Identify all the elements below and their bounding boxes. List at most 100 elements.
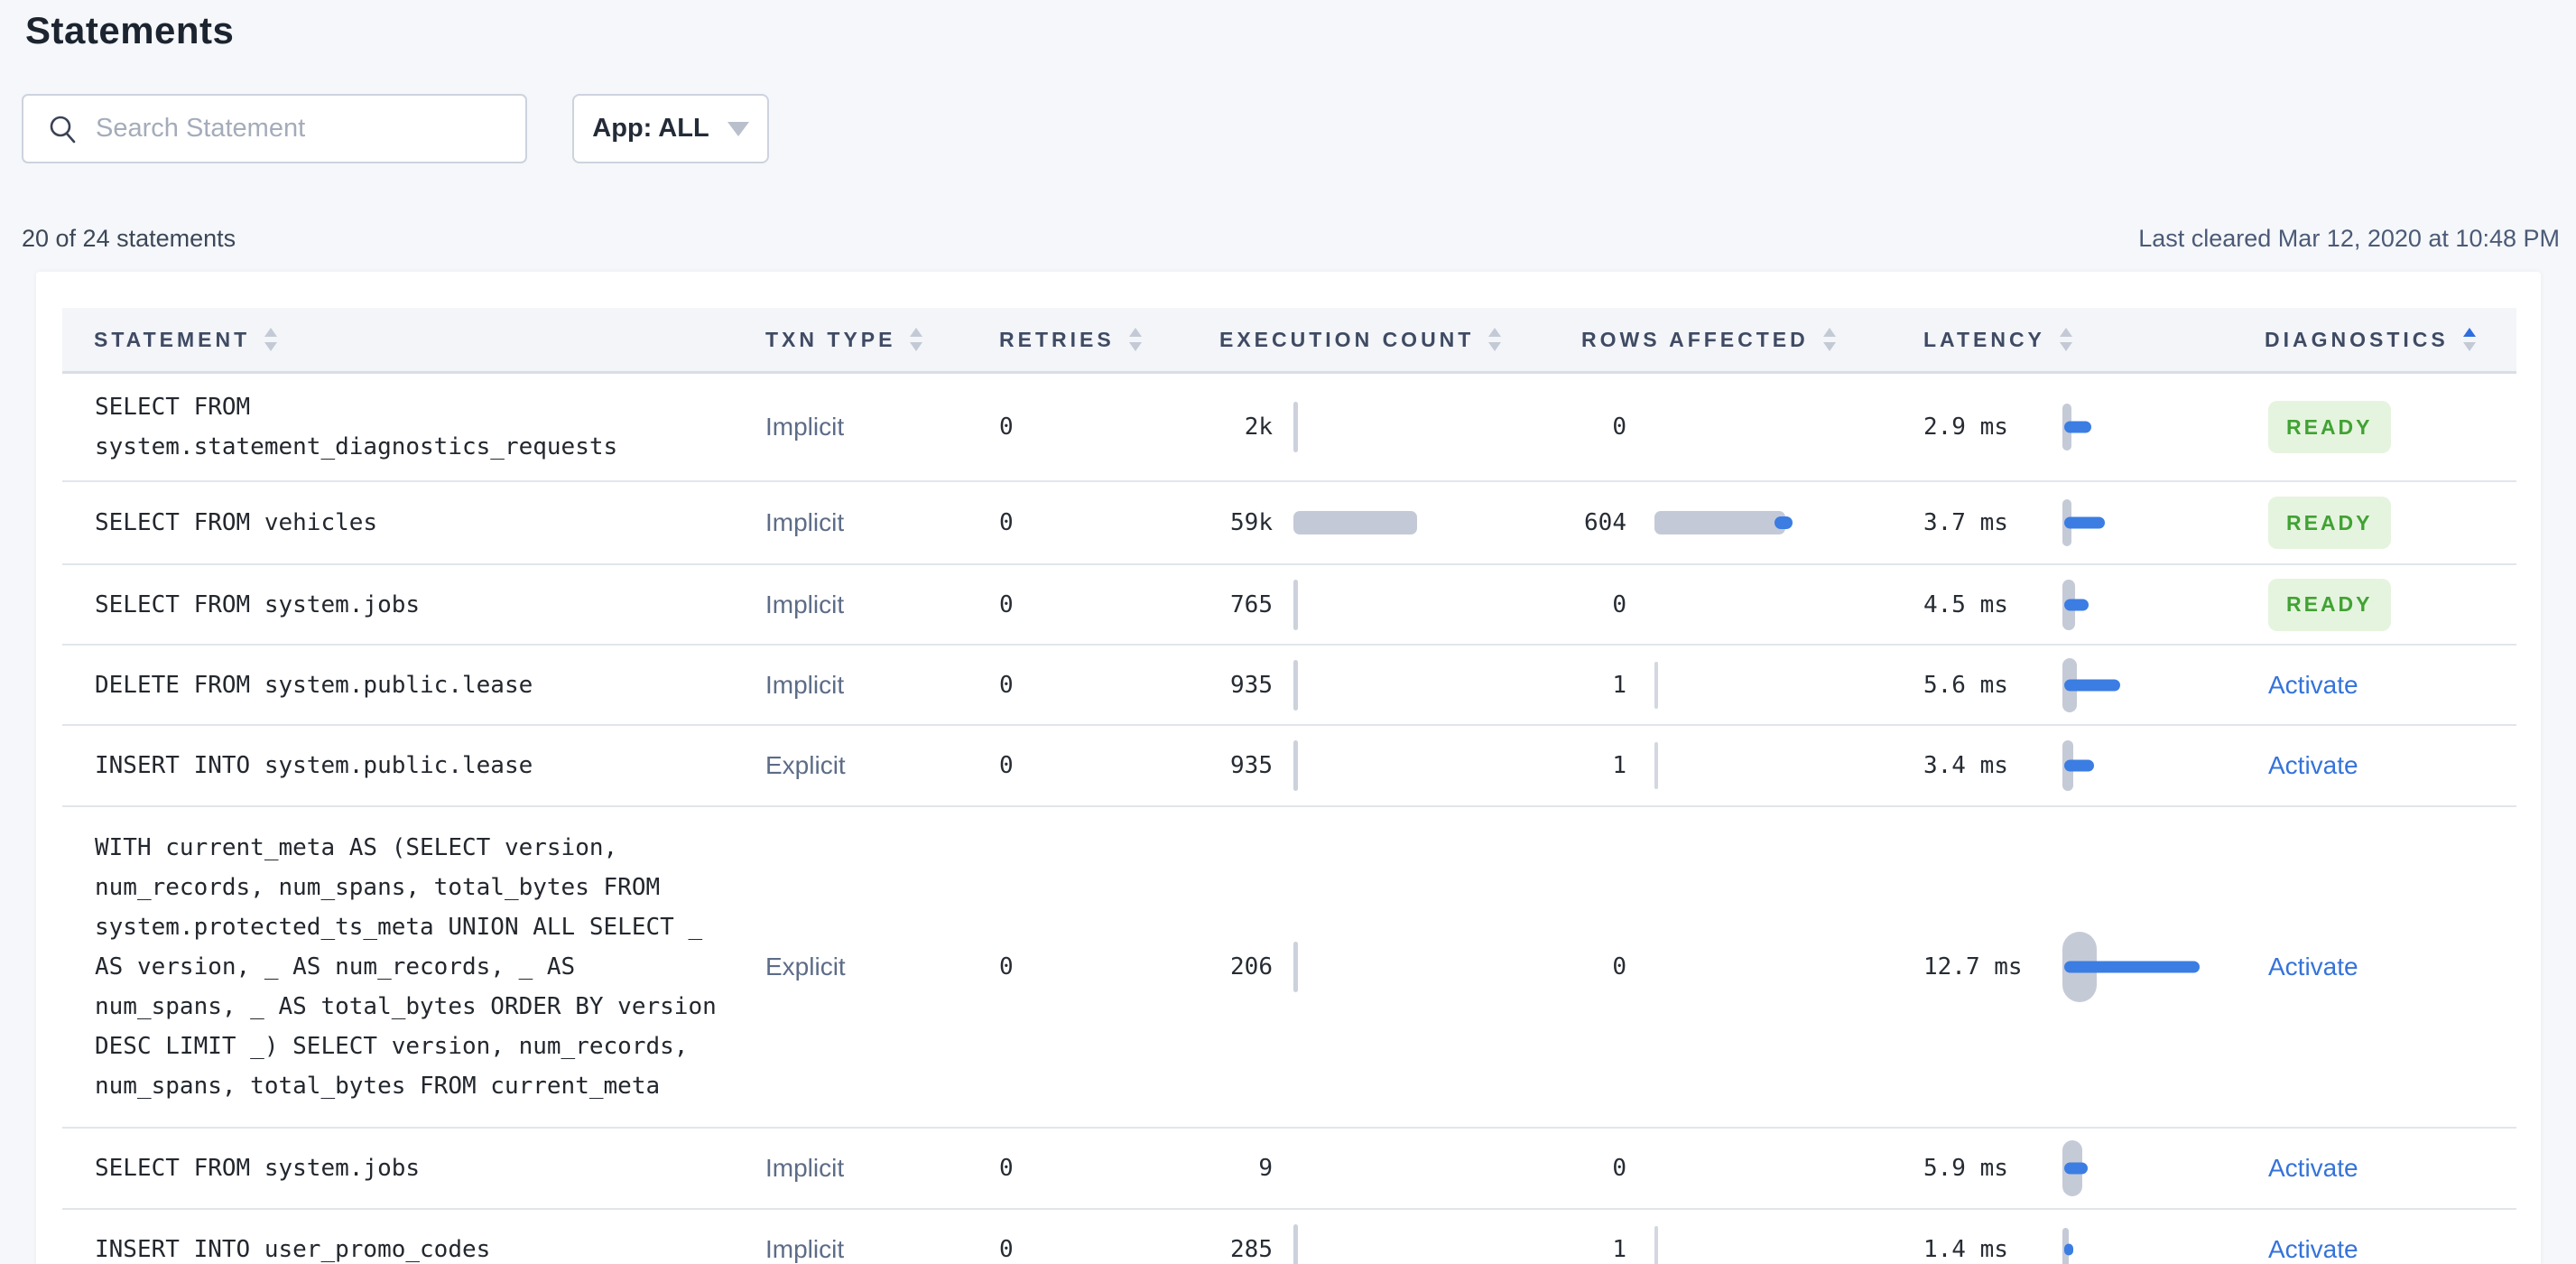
rows-affected-cell: 0 (1581, 591, 1923, 618)
rows-affected-bar (1654, 511, 1785, 534)
search-input[interactable] (96, 96, 525, 162)
execution-count-value: 285 (1230, 1236, 1273, 1263)
column-header-execution-count[interactable]: EXECUTION COUNT (1219, 328, 1581, 352)
rows-affected-value: 0 (1612, 590, 1626, 618)
table-row: SELECT FROM system.jobs Implicit 0 765 0… (62, 565, 2516, 646)
app-filter-dropdown[interactable]: App: ALL (572, 94, 769, 163)
activate-diagnostics-link[interactable]: Activate (2268, 953, 2358, 981)
execution-count-cell: 765 (1219, 579, 1581, 630)
execution-count-bar (1293, 740, 1298, 791)
statements-table-card: STATEMENT TXN TYPE RETRIES EXECUTION COU… (36, 272, 2541, 1264)
statement-link[interactable]: SELECT FROM system.statement_diagnostics… (95, 394, 617, 460)
diagnostics-ready-badge[interactable]: READY (2268, 497, 2391, 549)
column-label: DIAGNOSTICS (2265, 327, 2449, 351)
search-icon (50, 116, 76, 143)
txn-type-cell: Explicit (765, 751, 846, 779)
execution-count-cell: 206 (1219, 942, 1581, 992)
execution-count-value: 9 (1258, 1155, 1273, 1182)
txn-type-cell: Implicit (765, 670, 845, 699)
latency-value: 3.7 ms (1923, 509, 2008, 536)
column-header-txn-type[interactable]: TXN TYPE (765, 328, 999, 352)
diagnostics-ready-badge[interactable]: READY (2268, 401, 2391, 453)
column-label: STATEMENT (94, 327, 251, 351)
rows-affected-value: 0 (1612, 1155, 1626, 1182)
retries-cell: 0 (999, 509, 1014, 536)
execution-count-bar (1293, 511, 1417, 534)
page-title: Statements (25, 9, 235, 51)
sort-icon (1822, 328, 1836, 351)
rows-affected-value: 0 (1612, 414, 1626, 441)
execution-count-bar (1293, 402, 1298, 452)
statement-link[interactable]: SELECT FROM system.jobs (95, 1155, 420, 1182)
column-header-diagnostics[interactable]: DIAGNOSTICS (2265, 328, 2516, 352)
latency-cell: 1.4 ms (1923, 1228, 2265, 1264)
latency-value: 4.5 ms (1923, 590, 2008, 618)
table-row: INSERT INTO system.public.lease Explicit… (62, 726, 2516, 807)
toolbar: App: ALL (22, 94, 2576, 163)
table-row: INSERT INTO user_promo_codes Implicit 0 … (62, 1210, 2516, 1264)
statement-link[interactable]: DELETE FROM system.public.lease (95, 672, 533, 699)
execution-count-cell: 9 (1219, 1155, 1581, 1182)
latency-value: 3.4 ms (1923, 752, 2008, 779)
txn-type-cell: Explicit (765, 953, 846, 981)
last-cleared-timestamp: Last cleared Mar 12, 2020 at 10:48 PM (2138, 225, 2560, 252)
column-header-latency[interactable]: LATENCY (1923, 328, 2265, 352)
table-header-row: STATEMENT TXN TYPE RETRIES EXECUTION COU… (62, 308, 2516, 374)
column-label: EXECUTION COUNT (1219, 327, 1475, 351)
statement-link[interactable]: WITH current_meta AS (SELECT version, nu… (95, 834, 717, 1100)
rows-affected-value: 1 (1612, 1236, 1626, 1263)
execution-count-value: 765 (1230, 590, 1273, 618)
latency-value: 5.9 ms (1923, 1155, 2008, 1182)
txn-type-cell: Implicit (765, 590, 845, 618)
activate-diagnostics-link[interactable]: Activate (2268, 1154, 2358, 1182)
column-header-retries[interactable]: RETRIES (999, 328, 1219, 352)
rows-affected-cell: 0 (1581, 1155, 1923, 1182)
execution-count-cell: 2k (1219, 402, 1581, 452)
activate-diagnostics-link[interactable]: Activate (2268, 751, 2358, 779)
column-header-statement[interactable]: STATEMENT (62, 328, 765, 352)
statement-link[interactable]: INSERT INTO user_promo_codes (95, 1236, 490, 1263)
latency-bar-chart (2062, 932, 2200, 1002)
latency-cell: 3.7 ms (1923, 499, 2265, 546)
execution-count-bar (1293, 659, 1298, 711)
column-label: TXN TYPE (765, 327, 896, 351)
rows-affected-value: 1 (1612, 752, 1626, 779)
column-label: RETRIES (999, 327, 1115, 351)
retries-cell: 0 (999, 1236, 1014, 1263)
statement-link[interactable]: SELECT FROM vehicles (95, 509, 377, 536)
execution-count-cell: 935 (1219, 659, 1581, 711)
execution-count-value: 935 (1230, 671, 1273, 699)
rows-affected-value: 0 (1612, 953, 1626, 981)
latency-cell: 5.6 ms (1923, 657, 2265, 712)
latency-cell: 4.5 ms (1923, 579, 2265, 630)
latency-bar-chart (2062, 657, 2120, 712)
rows-affected-bar (1654, 1226, 1658, 1264)
retries-cell: 0 (999, 1155, 1014, 1182)
diagnostics-ready-badge[interactable]: READY (2268, 578, 2391, 631)
retries-cell: 0 (999, 590, 1014, 618)
rows-affected-value: 604 (1584, 509, 1626, 536)
column-header-rows-affected[interactable]: ROWS AFFECTED (1581, 328, 1923, 352)
activate-diagnostics-link[interactable]: Activate (2268, 1235, 2358, 1263)
table-body: SELECT FROM system.statement_diagnostics… (62, 374, 2516, 1264)
statement-link[interactable]: INSERT INTO system.public.lease (95, 752, 533, 779)
execution-count-cell: 285 (1219, 1224, 1581, 1264)
txn-type-cell: Implicit (765, 1235, 845, 1263)
statement-link[interactable]: SELECT FROM system.jobs (95, 591, 420, 618)
retries-cell: 0 (999, 414, 1014, 441)
txn-type-cell: Implicit (765, 413, 845, 441)
column-label: LATENCY (1923, 327, 2045, 351)
rows-affected-cell: 604 (1581, 509, 1923, 536)
execution-count-cell: 935 (1219, 740, 1581, 791)
latency-cell: 5.9 ms (1923, 1140, 2265, 1196)
activate-diagnostics-link[interactable]: Activate (2268, 671, 2358, 699)
latency-bar-chart (2062, 1140, 2088, 1196)
execution-count-value: 2k (1244, 414, 1273, 441)
latency-cell: 12.7 ms (1923, 932, 2265, 1002)
rows-affected-value: 1 (1612, 671, 1626, 699)
app-filter-label: App: ALL (592, 114, 709, 143)
latency-bar-chart (2062, 740, 2094, 791)
execution-count-bar (1293, 579, 1298, 630)
table-row: DELETE FROM system.public.lease Implicit… (62, 646, 2516, 726)
latency-bar-chart (2062, 404, 2091, 451)
